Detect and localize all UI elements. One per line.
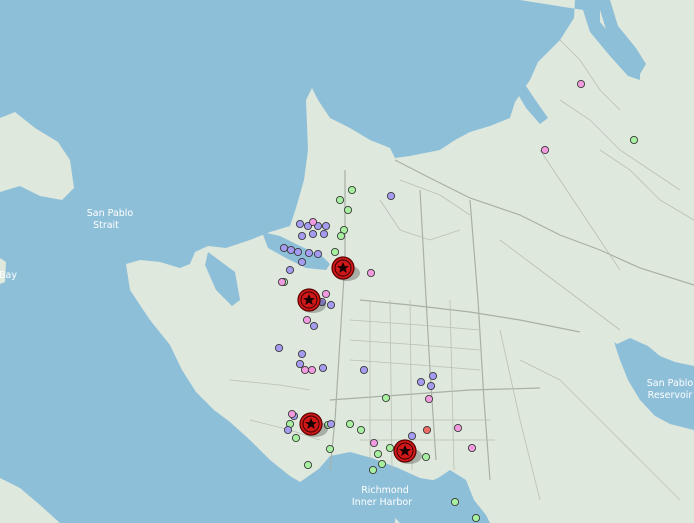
pink-circle-marker[interactable] [453,423,463,433]
purple-circle-marker[interactable] [309,321,319,331]
label-strait-line2: Strait [93,220,119,231]
purple-circle-marker[interactable] [297,257,307,267]
pink-circle-marker[interactable] [307,365,317,375]
purple-circle-marker[interactable] [279,243,289,253]
green-circle-marker[interactable] [356,425,366,435]
purple-circle-marker[interactable] [426,381,436,391]
green-circle-marker[interactable] [343,205,353,215]
red-circle-marker[interactable] [422,425,432,435]
green-circle-marker[interactable] [471,513,481,523]
purple-circle-marker[interactable] [318,363,328,373]
pink-circle-marker[interactable] [308,217,318,227]
green-circle-marker[interactable] [373,449,383,459]
purple-circle-marker[interactable] [297,349,307,359]
pink-circle-marker[interactable] [287,409,297,419]
purple-circle-marker[interactable] [359,365,369,375]
purple-circle-marker[interactable] [297,231,307,241]
purple-circle-marker[interactable] [326,300,336,310]
purple-circle-marker[interactable] [274,343,284,353]
label-harbor-line1: Richmond [361,485,409,496]
green-circle-marker[interactable] [421,452,431,462]
purple-circle-marker[interactable] [428,371,438,381]
green-circle-marker[interactable] [450,497,460,507]
purple-circle-marker[interactable] [386,191,396,201]
purple-circle-marker[interactable] [293,247,303,257]
pink-circle-marker[interactable] [369,438,379,448]
green-circle-marker[interactable] [325,444,335,454]
pink-circle-marker[interactable] [576,79,586,89]
purple-circle-marker[interactable] [319,229,329,239]
label-strait-line1: San Pablo [87,208,134,219]
pink-circle-marker[interactable] [300,365,310,375]
green-circle-marker[interactable] [381,393,391,403]
label-reservoir-line1: San Pablo [647,378,694,389]
purple-circle-marker[interactable] [283,425,293,435]
purple-circle-marker[interactable] [407,431,417,441]
green-circle-marker[interactable] [385,443,395,453]
purple-circle-marker[interactable] [285,265,295,275]
purple-circle-marker[interactable] [304,248,314,258]
pink-circle-marker[interactable] [302,315,312,325]
pink-circle-marker[interactable] [467,443,477,453]
pink-circle-marker[interactable] [321,289,331,299]
map-view[interactable]: San Pablo Strait Bay San Pablo Reservoir… [0,0,694,523]
purple-circle-marker[interactable] [416,377,426,387]
green-circle-marker[interactable] [330,247,340,257]
purple-circle-marker[interactable] [286,245,296,255]
pink-circle-marker[interactable] [277,277,287,287]
green-circle-marker[interactable] [291,433,301,443]
green-circle-marker[interactable] [303,460,313,470]
map-canvas[interactable]: San Pablo Strait Bay San Pablo Reservoir… [0,0,694,523]
purple-circle-marker[interactable] [313,249,323,259]
pink-circle-marker[interactable] [424,394,434,404]
purple-circle-marker[interactable] [308,229,318,239]
label-reservoir-line2: Reservoir [648,390,693,401]
green-circle-marker[interactable] [336,231,346,241]
purple-circle-marker[interactable] [295,359,305,369]
green-circle-marker[interactable] [629,135,639,145]
green-circle-marker[interactable] [345,419,355,429]
green-circle-marker[interactable] [377,459,387,469]
purple-circle-marker[interactable] [321,221,331,231]
green-circle-marker[interactable] [368,465,378,475]
purple-circle-marker[interactable] [295,219,305,229]
purple-circle-marker[interactable] [326,419,336,429]
green-circle-marker[interactable] [347,185,357,195]
green-circle-marker[interactable] [335,195,345,205]
label-harbor-line2: Inner Harbor [352,497,412,508]
pink-circle-marker[interactable] [366,268,376,278]
pink-circle-marker[interactable] [540,145,550,155]
label-bay-fragment: Bay [0,270,17,281]
